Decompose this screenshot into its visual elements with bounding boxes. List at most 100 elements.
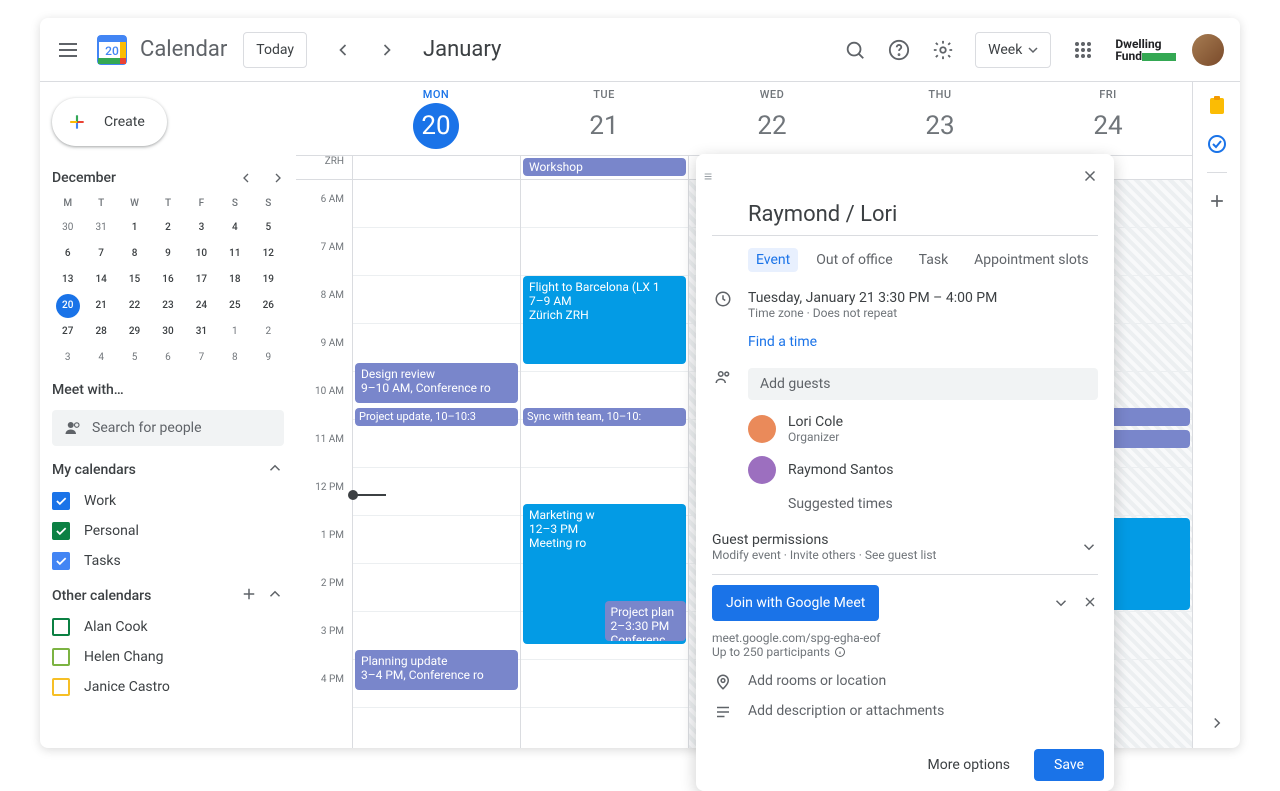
calendar-checkbox[interactable] <box>52 552 70 570</box>
day-header[interactable]: MON20 <box>352 82 520 155</box>
day-column[interactable]: Flight to Barcelona (LX 17–9 AMZürich ZR… <box>520 180 688 748</box>
apps-button[interactable] <box>1063 30 1103 70</box>
calendar-item[interactable]: Personal <box>52 516 296 546</box>
help-button[interactable] <box>879 30 919 70</box>
calendar-checkbox[interactable] <box>52 678 70 696</box>
mini-next-button[interactable] <box>266 166 290 190</box>
mini-day[interactable]: 3 <box>56 346 80 370</box>
mini-day[interactable]: 6 <box>56 242 80 266</box>
day-header[interactable]: WED22 <box>688 82 856 155</box>
mini-day[interactable]: 15 <box>123 268 147 292</box>
mini-day[interactable]: 21 <box>89 294 113 318</box>
guest-row[interactable]: Lori ColeOrganizer <box>748 408 1098 450</box>
collapse-other-calendars[interactable] <box>266 585 284 603</box>
meet-options-button[interactable] <box>1052 594 1070 612</box>
calendar-event[interactable]: Design review9–10 AM, Conference ro <box>355 363 518 403</box>
mini-day[interactable]: 8 <box>223 346 247 370</box>
mini-day[interactable]: 4 <box>223 216 247 240</box>
day-header[interactable]: THU23 <box>856 82 1024 155</box>
location-input[interactable]: Add rooms or location <box>748 673 1098 691</box>
remove-meet-button[interactable] <box>1082 594 1098 612</box>
calendar-item[interactable]: Janice Castro <box>52 672 296 702</box>
mini-day[interactable]: 27 <box>56 320 80 344</box>
mini-day[interactable]: 30 <box>56 216 80 240</box>
next-week-button[interactable] <box>367 30 407 70</box>
mini-day[interactable]: 23 <box>156 294 180 318</box>
mini-day[interactable]: 1 <box>223 320 247 344</box>
popup-tab[interactable]: Task <box>911 248 957 272</box>
event-datetime[interactable]: Tuesday, January 21 3:30 PM – 4:00 PM <box>748 290 1098 306</box>
add-guests-input[interactable]: Add guests <box>748 368 1098 400</box>
calendar-event[interactable]: Planning update3–4 PM, Conference ro <box>355 650 518 690</box>
mini-day[interactable]: 7 <box>89 242 113 266</box>
mini-day[interactable]: 6 <box>156 346 180 370</box>
view-selector[interactable]: Week <box>975 32 1051 68</box>
add-calendar-button[interactable] <box>240 585 258 603</box>
settings-button[interactable] <box>923 30 963 70</box>
event-title-input[interactable]: Raymond / Lori <box>712 198 1098 236</box>
allday-cell[interactable]: Workshop <box>520 156 688 179</box>
mini-day[interactable]: 31 <box>89 216 113 240</box>
mini-day[interactable]: 22 <box>123 294 147 318</box>
mini-day[interactable]: 14 <box>89 268 113 292</box>
calendar-item[interactable]: Alan Cook <box>52 612 296 642</box>
mini-day[interactable]: 26 <box>256 294 280 318</box>
mini-day[interactable]: 19 <box>256 268 280 292</box>
calendar-checkbox[interactable] <box>52 618 70 636</box>
hide-panel-button[interactable] <box>1208 714 1226 732</box>
prev-week-button[interactable] <box>323 30 363 70</box>
mini-day[interactable]: 12 <box>256 242 280 266</box>
collapse-my-calendars[interactable] <box>266 459 284 477</box>
calendar-event[interactable]: Project plan2–3:30 PMConferenc <box>605 601 687 641</box>
join-meet-button[interactable]: Join with Google Meet <box>712 585 879 621</box>
allday-event[interactable]: Workshop <box>523 158 686 176</box>
mini-day[interactable]: 4 <box>89 346 113 370</box>
expand-permissions-button[interactable] <box>1080 538 1098 556</box>
today-button[interactable]: Today <box>243 32 307 68</box>
day-header[interactable]: TUE21 <box>520 82 688 155</box>
mini-day[interactable]: 7 <box>189 346 213 370</box>
calendar-item[interactable]: Helen Chang <box>52 642 296 672</box>
mini-day[interactable]: 29 <box>123 320 147 344</box>
mini-day[interactable]: 11 <box>223 242 247 266</box>
day-column[interactable]: Design review9–10 AM, Conference roProje… <box>352 180 520 748</box>
guest-row[interactable]: Raymond Santos <box>748 450 1098 490</box>
mini-day[interactable]: 31 <box>189 320 213 344</box>
mini-day[interactable]: 18 <box>223 268 247 292</box>
drag-handle-icon[interactable]: ≡ <box>704 168 712 185</box>
mini-day[interactable]: 24 <box>189 294 213 318</box>
calendar-checkbox[interactable] <box>52 648 70 666</box>
close-popup-button[interactable] <box>1074 160 1106 192</box>
calendar-item[interactable]: Tasks <box>52 546 296 576</box>
mini-day[interactable]: 16 <box>156 268 180 292</box>
calendar-item[interactable]: Work <box>52 486 296 516</box>
mini-day[interactable]: 30 <box>156 320 180 344</box>
create-button[interactable]: Create <box>52 98 167 146</box>
calendar-checkbox[interactable] <box>52 492 70 510</box>
mini-prev-button[interactable] <box>234 166 258 190</box>
account-avatar[interactable] <box>1192 34 1224 66</box>
calendar-event[interactable]: Sync with team, 10–10: <box>523 408 686 426</box>
day-header[interactable]: FRI24 <box>1024 82 1192 155</box>
mini-day[interactable]: 17 <box>189 268 213 292</box>
mini-day[interactable]: 20 <box>56 294 80 318</box>
mini-day[interactable]: 2 <box>156 216 180 240</box>
mini-day[interactable]: 5 <box>256 216 280 240</box>
mini-day[interactable]: 25 <box>223 294 247 318</box>
calendar-checkbox[interactable] <box>52 522 70 540</box>
mini-day[interactable]: 3 <box>189 216 213 240</box>
get-addons-button[interactable] <box>1207 191 1227 211</box>
description-input[interactable]: Add description or attachments <box>748 703 1098 721</box>
mini-day[interactable]: 1 <box>123 216 147 240</box>
keep-icon[interactable] <box>1207 96 1227 116</box>
mini-day[interactable]: 13 <box>56 268 80 292</box>
search-people-input[interactable]: Search for people <box>52 410 284 446</box>
mini-day[interactable]: 10 <box>189 242 213 266</box>
mini-day[interactable]: 28 <box>89 320 113 344</box>
mini-day[interactable]: 2 <box>256 320 280 344</box>
event-tz-repeat[interactable]: Time zone · Does not repeat <box>748 306 1098 320</box>
find-time-link[interactable]: Find a time <box>712 326 1098 362</box>
popup-tab[interactable]: Event <box>748 248 798 272</box>
search-button[interactable] <box>835 30 875 70</box>
calendar-event[interactable]: Flight to Barcelona (LX 17–9 AMZürich ZR… <box>523 276 686 364</box>
